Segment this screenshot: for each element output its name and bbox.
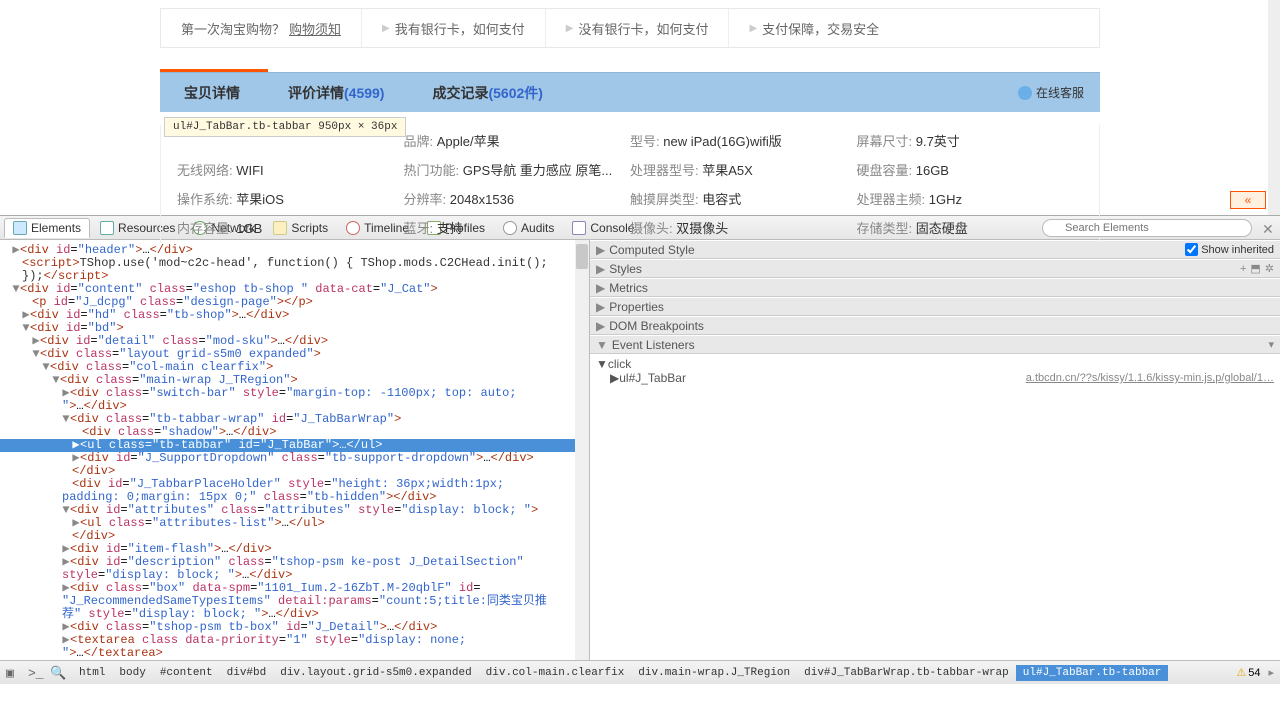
attr-cell: 处理器型号: 苹果A5X	[630, 160, 857, 179]
crumb-layout[interactable]: div.layout.grid-s5m0.expanded	[273, 665, 478, 681]
devtools: Elements Resources Network Scripts Timel…	[0, 215, 1280, 684]
crumb-body[interactable]: body	[112, 665, 152, 681]
show-inherited-checkbox[interactable]: Show inherited	[1185, 243, 1274, 256]
gear-icon[interactable]: ✲	[1265, 262, 1274, 275]
crumb-colmain[interactable]: div.col-main.clearfix	[479, 665, 632, 681]
dom-tree[interactable]: ▶<div id="header">…</div> <script>TShop.…	[0, 240, 590, 660]
add-icon[interactable]: +	[1240, 263, 1246, 275]
attributes-grid: 品牌: Apple/苹果 型号: new iPad(16G)wifi版 屏幕尺寸…	[160, 125, 1100, 243]
warning-count[interactable]: ⚠54▸	[1236, 666, 1274, 679]
chevron-icon: ▶	[382, 23, 390, 34]
crumb-tabbarwrap[interactable]: div#J_TabBarWrap.tb-tabbar-wrap	[797, 665, 1016, 681]
expand-icon[interactable]: ▸	[1268, 666, 1274, 679]
chevron-left-icon: «	[1245, 193, 1252, 207]
help-first-q: 第一次淘宝购物？	[181, 19, 285, 38]
warning-icon: ⚠	[1236, 666, 1246, 679]
help-first: 第一次淘宝购物？ 购物须知	[161, 9, 361, 47]
crumb-mainwrap[interactable]: div.main-wrap.J_TRegion	[631, 665, 797, 681]
attr-cell: 硬盘容量: 16GB	[857, 160, 1084, 179]
crumb-html[interactable]: html	[72, 665, 112, 681]
attr-cell: 品牌: Apple/苹果	[404, 131, 631, 150]
chevron-icon: ▶	[566, 23, 574, 34]
page-scrollbar[interactable]	[1268, 0, 1280, 215]
state-icon[interactable]: ⬒	[1250, 262, 1260, 275]
help-item-3[interactable]: ▶支付保障，交易安全	[728, 9, 899, 47]
event-target[interactable]: ▶ul#J_TabBara.tbcdn.cn/??s/kissy/1.1.6/k…	[596, 371, 1274, 385]
attr-cell: 摄像头: 双摄像头	[630, 218, 857, 237]
side-collapse-button[interactable]: «	[1230, 191, 1266, 209]
event-click[interactable]: ▼click	[596, 357, 1274, 371]
devtools-main: ▶<div id="header">…</div> <script>TShop.…	[0, 240, 1280, 660]
attr-cell: 蓝牙: 支持	[404, 218, 631, 237]
help-item-2[interactable]: ▶没有银行卡，如何支付	[545, 9, 729, 47]
headset-icon	[1018, 86, 1032, 100]
event-listeners-body: ▼click ▶ul#J_TabBara.tbcdn.cn/??s/kissy/…	[590, 354, 1280, 388]
attr-cell: 屏幕尺寸: 9.7英寸	[857, 131, 1084, 150]
attr-cell: 操作系统: 苹果iOS	[177, 189, 404, 208]
resources-icon	[100, 221, 114, 235]
panel-event-listeners[interactable]: ▼Event Listeners ▾	[590, 335, 1280, 354]
inspect-icon[interactable]: 🔍	[50, 666, 64, 680]
product-tabs: 宝贝详情 评价详情(4599) 成交记录 (5602件) 在线客服	[160, 72, 1100, 112]
panel-properties[interactable]: ▶Properties	[590, 297, 1280, 316]
panel-styles[interactable]: ▶Styles +⬒✲	[590, 259, 1280, 278]
attr-cell: 分辨率: 2048x1536	[404, 189, 631, 208]
elements-icon	[13, 221, 27, 235]
devtools-statusbar: ▣ >_ 🔍 html body #content div#bd div.lay…	[0, 660, 1280, 684]
panel-dom-breakpoints[interactable]: ▶DOM Breakpoints	[590, 316, 1280, 335]
attr-cell: 处理器主频: 1GHz	[857, 189, 1084, 208]
styles-sidebar: ▶Computed Style Show inherited ▶Styles +…	[590, 240, 1280, 660]
console-toggle-icon[interactable]: >_	[28, 666, 42, 680]
attr-cell: 热门功能: GPS导航 重力感应 原笔...	[404, 160, 631, 179]
element-tooltip: ul#J_TabBar.tb-tabbar 950px × 36px	[164, 117, 406, 137]
help-bar: 第一次淘宝购物？ 购物须知 ▶我有银行卡，如何支付 ▶没有银行卡，如何支付 ▶支…	[160, 8, 1100, 48]
scrollbar[interactable]	[575, 240, 589, 660]
dock-icon[interactable]: ▣	[6, 666, 20, 680]
tab-reviews[interactable]: 评价详情(4599)	[264, 73, 408, 112]
tab-bar: 宝贝详情 评价详情(4599) 成交记录 (5602件) 在线客服	[160, 72, 1100, 112]
panel-metrics[interactable]: ▶Metrics	[590, 278, 1280, 297]
crumb-content[interactable]: #content	[153, 665, 220, 681]
tab-elements[interactable]: Elements	[4, 218, 90, 238]
attr-cell: 型号: new iPad(16G)wifi版	[630, 131, 857, 150]
page-content: 第一次淘宝购物？ 购物须知 ▶我有银行卡，如何支付 ▶没有银行卡，如何支付 ▶支…	[0, 0, 1280, 215]
help-first-link[interactable]: 购物须知	[289, 19, 341, 38]
crumb-tabbar[interactable]: ul#J_TabBar.tb-tabbar	[1016, 665, 1169, 681]
attr-cell: 无线网络: WIFI	[177, 160, 404, 179]
tab-detail[interactable]: 宝贝详情	[160, 73, 264, 112]
close-icon[interactable]: ✕	[1262, 221, 1276, 235]
help-item-1[interactable]: ▶我有银行卡，如何支付	[361, 9, 545, 47]
attr-cell: 触摸屏类型: 电容式	[630, 189, 857, 208]
search-input[interactable]	[1042, 219, 1252, 237]
tab-transactions[interactable]: 成交记录 (5602件)	[408, 73, 566, 112]
chevron-icon: ▶	[749, 23, 757, 34]
crumb-bd[interactable]: div#bd	[220, 665, 274, 681]
source-link[interactable]: a.tbcdn.cn/??s/kissy/1.1.6/kissy-min.js,…	[1026, 372, 1274, 384]
online-service[interactable]: 在线客服	[1018, 84, 1100, 101]
attr-cell: 内存容量: 1GB	[177, 218, 404, 237]
filter-icon[interactable]: ▾	[1268, 338, 1274, 351]
